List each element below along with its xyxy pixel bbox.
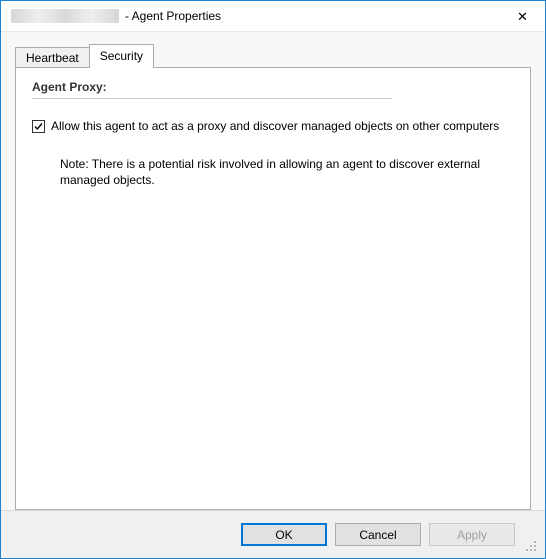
tab-security[interactable]: Security (89, 44, 154, 68)
title-hostname-redacted (11, 9, 119, 23)
cancel-button[interactable]: Cancel (335, 523, 421, 546)
apply-button: Apply (429, 523, 515, 546)
checkmark-icon (33, 121, 44, 132)
ok-button[interactable]: OK (241, 523, 327, 546)
resize-grip[interactable] (523, 538, 539, 554)
close-button[interactable]: ✕ (500, 2, 545, 31)
proxy-note: Note: There is a potential risk involved… (60, 156, 480, 188)
proxy-checkbox-label[interactable]: Allow this agent to act as a proxy and d… (51, 119, 499, 134)
tabstrip: Heartbeat Security (15, 46, 531, 68)
window-title-suffix: - Agent Properties (125, 9, 221, 23)
section-header-agent-proxy: Agent Proxy: (32, 80, 514, 98)
tab-heartbeat[interactable]: Heartbeat (15, 47, 90, 69)
dialog-body: Heartbeat Security Agent Proxy: Allow th… (1, 32, 545, 558)
dialog-window: - Agent Properties ✕ Heartbeat Security … (0, 0, 546, 559)
client-area: Heartbeat Security Agent Proxy: Allow th… (1, 32, 545, 510)
close-icon: ✕ (517, 10, 528, 23)
proxy-checkbox[interactable] (32, 120, 45, 133)
dialog-footer: OK Cancel Apply (1, 510, 545, 558)
titlebar[interactable]: - Agent Properties ✕ (1, 1, 545, 32)
section-underline (32, 98, 392, 99)
tabpage-security: Agent Proxy: Allow this agent to act as … (15, 67, 531, 510)
proxy-checkbox-row: Allow this agent to act as a proxy and d… (32, 119, 514, 134)
